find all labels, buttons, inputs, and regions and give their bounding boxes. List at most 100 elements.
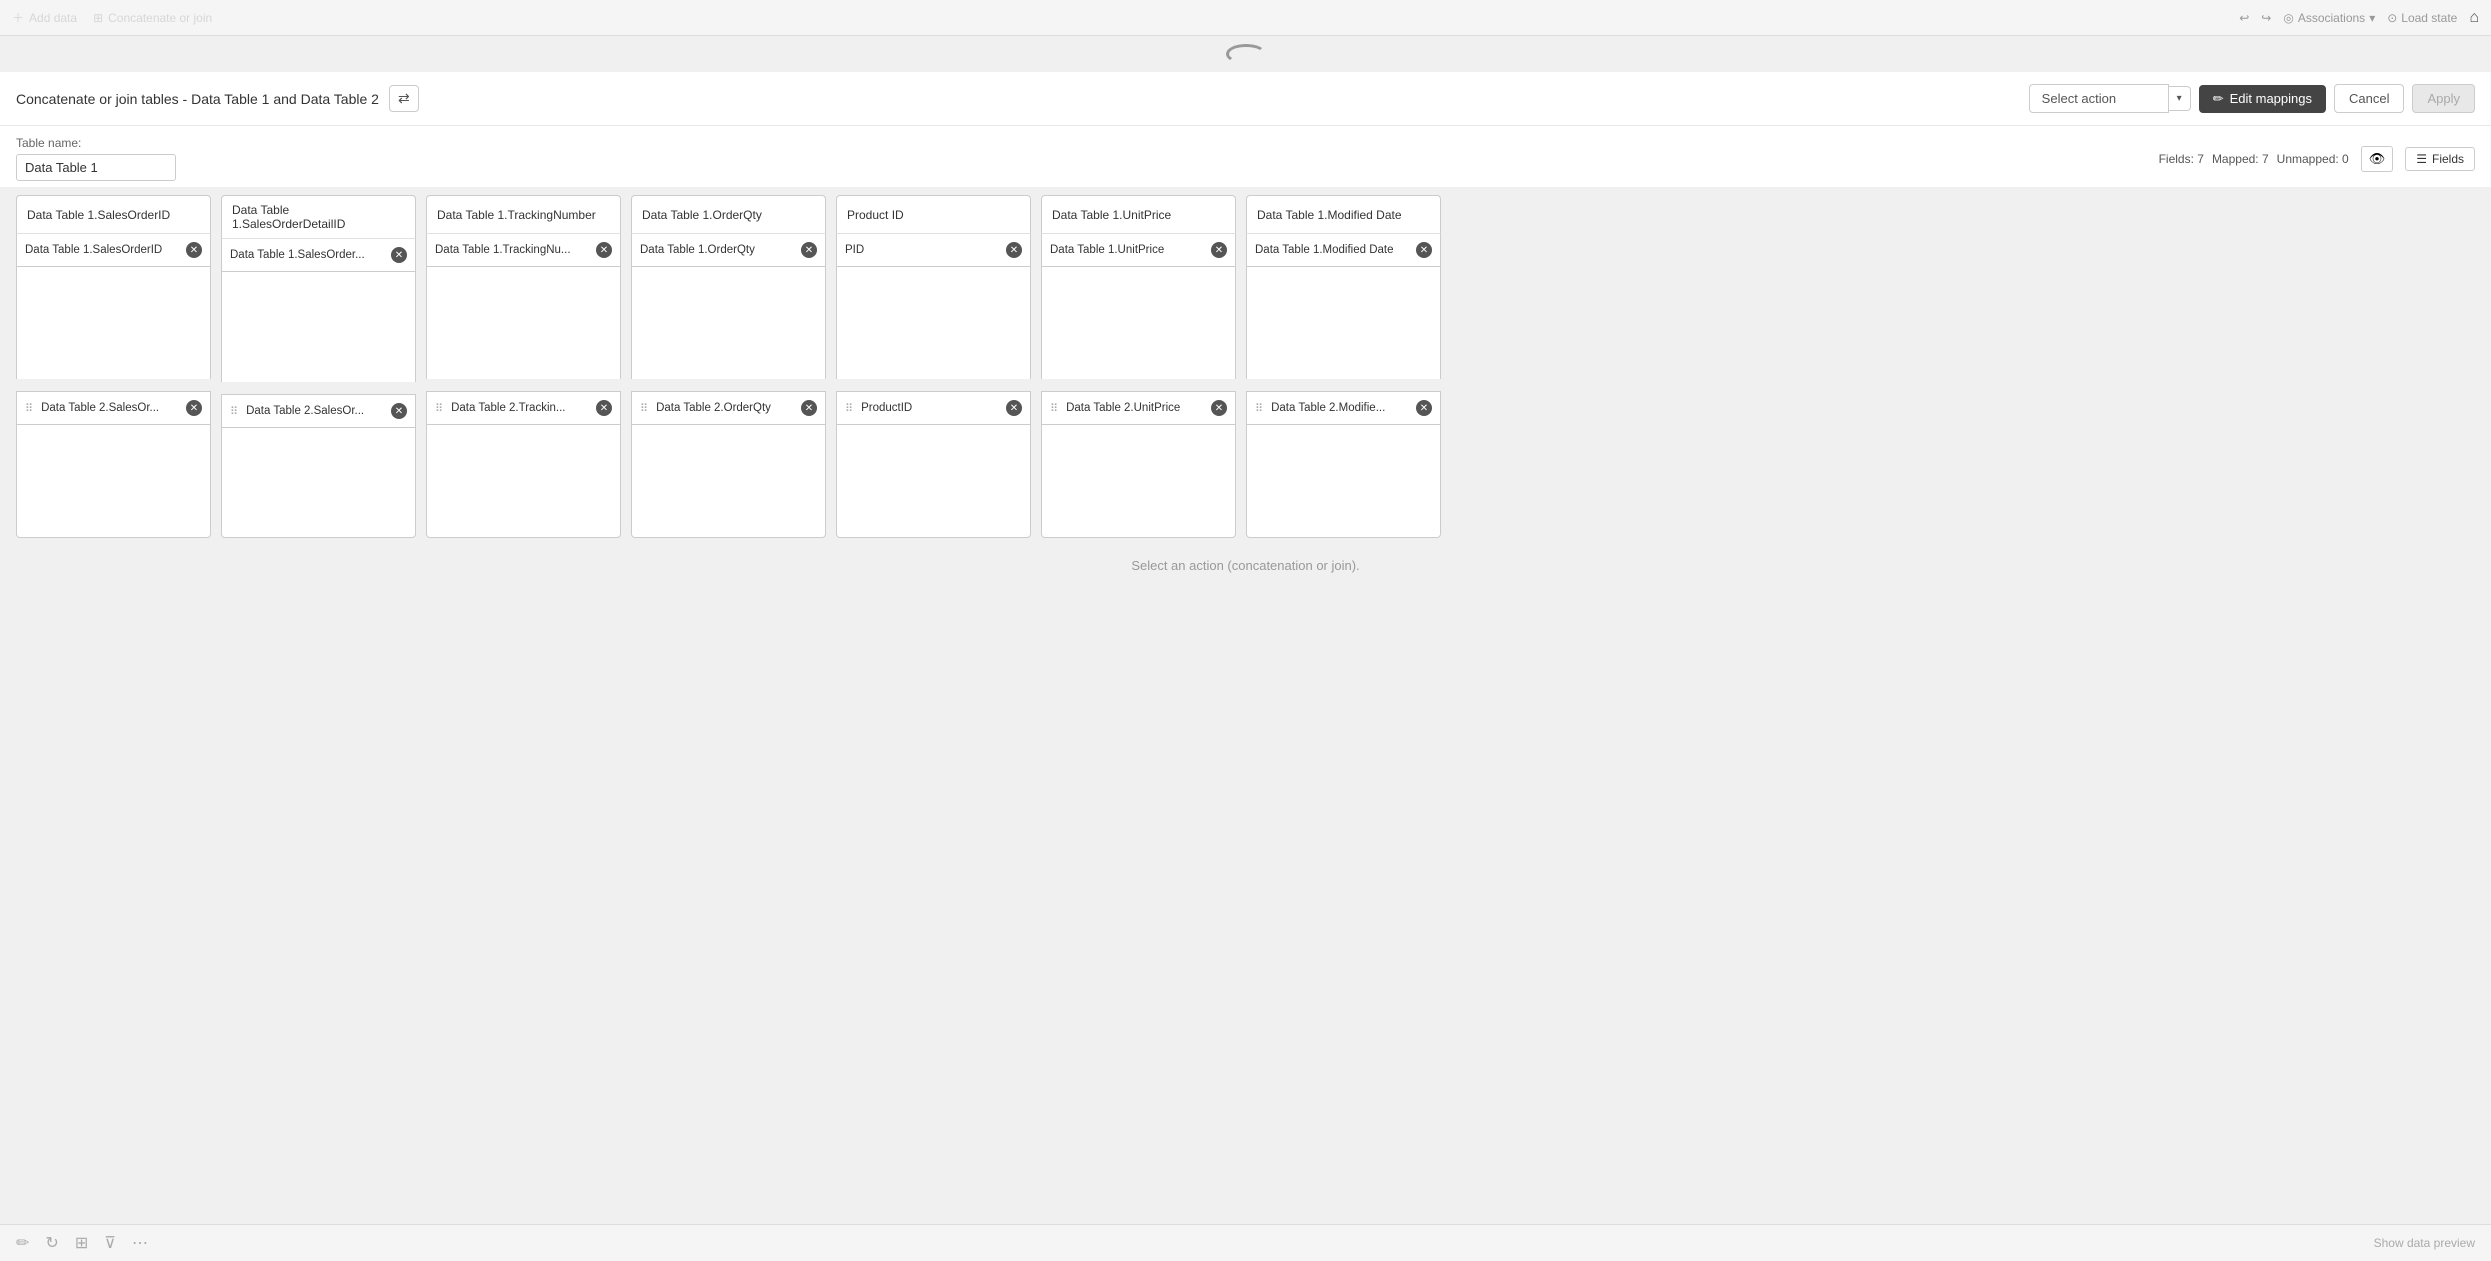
loading-spinner <box>1226 44 1266 64</box>
home-button[interactable]: ⌂ <box>2469 9 2479 27</box>
drag-handle-7[interactable]: ⠿ <box>1255 402 1263 415</box>
col-body2-3 <box>426 425 621 538</box>
column-card-3: Data Table 1.TrackingNumber Data Table 1… <box>426 195 621 538</box>
swap-icon: ⇄ <box>398 90 410 107</box>
column-card-7: Data Table 1.Modified Date Data Table 1.… <box>1246 195 1441 538</box>
remove-source1-6[interactable]: ✕ <box>1211 242 1227 258</box>
col-body1-2 <box>221 272 416 382</box>
col-source1-3[interactable]: Data Table 1.TrackingNu... ✕ <box>426 233 621 267</box>
col-body2-4 <box>631 425 826 538</box>
col-body1-5 <box>836 267 1031 379</box>
col-source2-7[interactable]: ⠿ Data Table 2.Modifie... ✕ <box>1246 391 1441 425</box>
col-source2-6[interactable]: ⠿ Data Table 2.UnitPrice ✕ <box>1041 391 1236 425</box>
col-header-3: Data Table 1.TrackingNumber <box>426 195 621 233</box>
swap-button[interactable]: ⇄ <box>389 85 419 112</box>
eye-icon: 👁 <box>2369 151 2386 166</box>
header-row: Concatenate or join tables - Data Table … <box>0 72 2491 126</box>
table-name-right: Fields: 7 Mapped: 7 Unmapped: 0 👁 ☰ Fiel… <box>2159 146 2475 172</box>
col-source1-7[interactable]: Data Table 1.Modified Date ✕ <box>1246 233 1441 267</box>
bottom-toolbar-right: Show data preview <box>2374 1236 2475 1250</box>
page-title: Concatenate or join tables - Data Table … <box>16 91 379 107</box>
remove-source2-2[interactable]: ✕ <box>391 403 407 419</box>
col-body2-2 <box>221 428 416 538</box>
redo-button[interactable]: ↪ <box>2261 11 2271 25</box>
drag-handle-3[interactable]: ⠿ <box>435 402 443 415</box>
add-data-nav[interactable]: ＋ Add data <box>12 9 77 26</box>
col-source1-5[interactable]: PID ✕ <box>836 233 1031 267</box>
table-name-left: Table name: <box>16 136 176 181</box>
remove-source1-7[interactable]: ✕ <box>1416 242 1432 258</box>
toolbar-more-icon[interactable]: ⋯ <box>132 1233 148 1253</box>
col-body2-7 <box>1246 425 1441 538</box>
drag-handle-4[interactable]: ⠿ <box>640 402 648 415</box>
remove-source1-1[interactable]: ✕ <box>186 242 202 258</box>
col-source1-1[interactable]: Data Table 1.SalesOrderID ✕ <box>16 233 211 267</box>
top-nav-left: ＋ Add data ⊞ Concatenate or join <box>12 9 212 26</box>
undo-icon: ↩ <box>2239 11 2249 25</box>
load-state-button[interactable]: ⊙ Load state <box>2387 11 2457 25</box>
status-message: Select an action (concatenation or join)… <box>16 538 2475 593</box>
col-source2-5[interactable]: ⠿ ProductID ✕ <box>836 391 1031 425</box>
drag-handle-6[interactable]: ⠿ <box>1050 402 1058 415</box>
col-body2-1 <box>16 425 211 538</box>
col-source1-4[interactable]: Data Table 1.OrderQty ✕ <box>631 233 826 267</box>
col-source2-4[interactable]: ⠿ Data Table 2.OrderQty ✕ <box>631 391 826 425</box>
column-card-2: Data Table 1.SalesOrderDetailID Data Tab… <box>221 195 416 538</box>
toolbar-filter-icon[interactable]: ⊽ <box>104 1233 116 1253</box>
bottom-toolbar-left: ✏ ↻ ⊞ ⊽ ⋯ <box>16 1233 148 1253</box>
drag-handle-1[interactable]: ⠿ <box>25 402 33 415</box>
plus-icon: ＋ <box>12 9 24 26</box>
col-header-1: Data Table 1.SalesOrderID <box>16 195 211 233</box>
cancel-button[interactable]: Cancel <box>2334 84 2404 113</box>
remove-source1-3[interactable]: ✕ <box>596 242 612 258</box>
remove-source2-6[interactable]: ✕ <box>1211 400 1227 416</box>
eye-button[interactable]: 👁 <box>2361 146 2394 172</box>
col-body1-4 <box>631 267 826 379</box>
edit-mappings-button[interactable]: ✏ Edit mappings <box>2199 85 2326 113</box>
toolbar-refresh-icon[interactable]: ↻ <box>45 1233 58 1253</box>
concat-join-nav[interactable]: ⊞ Concatenate or join <box>93 11 212 25</box>
associations-chevron: ▾ <box>2369 11 2375 25</box>
top-nav-right: ↩ ↪ ◎ Associations ▾ ⊙ Load state ⌂ <box>2239 9 2479 27</box>
table-name-input[interactable] <box>16 154 176 181</box>
spinner-area <box>0 36 2491 72</box>
col-source2-3[interactable]: ⠿ Data Table 2.Trackin... ✕ <box>426 391 621 425</box>
columns-container: Data Table 1.SalesOrderID Data Table 1.S… <box>16 195 2475 538</box>
col-source1-6[interactable]: Data Table 1.UnitPrice ✕ <box>1041 233 1236 267</box>
remove-source2-1[interactable]: ✕ <box>186 400 202 416</box>
remove-source1-2[interactable]: ✕ <box>391 247 407 263</box>
remove-source1-4[interactable]: ✕ <box>801 242 817 258</box>
col-body2-6 <box>1041 425 1236 538</box>
header-right: Select action ▾ ✏ Edit mappings Cancel A… <box>2029 84 2475 113</box>
apply-button[interactable]: Apply <box>2412 84 2475 113</box>
associations-button[interactable]: ◎ Associations ▾ <box>2283 11 2375 25</box>
columns-scroll-area: Data Table 1.SalesOrderID Data Table 1.S… <box>0 187 2491 1224</box>
col-source2-1[interactable]: ⠿ Data Table 2.SalesOr... ✕ <box>16 391 211 425</box>
load-state-icon: ⊙ <box>2387 11 2397 25</box>
remove-source2-3[interactable]: ✕ <box>596 400 612 416</box>
main-container: Concatenate or join tables - Data Table … <box>0 72 2491 1261</box>
drag-handle-5[interactable]: ⠿ <box>845 402 853 415</box>
home-icon: ⌂ <box>2469 9 2479 26</box>
toolbar-copy-icon[interactable]: ⊞ <box>75 1233 88 1253</box>
drag-handle-2[interactable]: ⠿ <box>230 405 238 418</box>
col-source2-2[interactable]: ⠿ Data Table 2.SalesOr... ✕ <box>221 394 416 428</box>
col-body1-3 <box>426 267 621 379</box>
remove-source2-7[interactable]: ✕ <box>1416 400 1432 416</box>
fields-button[interactable]: ☰ Fields <box>2405 147 2475 171</box>
column-card-4: Data Table 1.OrderQty Data Table 1.Order… <box>631 195 826 538</box>
col-body2-5 <box>836 425 1031 538</box>
column-card-5: Product ID PID ✕ ⠿ ProductID ✕ <box>836 195 1031 538</box>
column-card-1: Data Table 1.SalesOrderID Data Table 1.S… <box>16 195 211 538</box>
col-source1-2[interactable]: Data Table 1.SalesOrder... ✕ <box>221 238 416 272</box>
table-name-row: Table name: Fields: 7 Mapped: 7 Unmapped… <box>0 126 2491 187</box>
associations-icon: ◎ <box>2283 11 2293 25</box>
select-action-button[interactable]: Select action <box>2029 84 2169 113</box>
col-header-7: Data Table 1.Modified Date <box>1246 195 1441 233</box>
remove-source2-4[interactable]: ✕ <box>801 400 817 416</box>
remove-source1-5[interactable]: ✕ <box>1006 242 1022 258</box>
undo-button[interactable]: ↩ <box>2239 11 2249 25</box>
select-action-dropdown[interactable]: ▾ <box>2169 86 2191 111</box>
toolbar-edit-icon[interactable]: ✏ <box>16 1233 29 1253</box>
remove-source2-5[interactable]: ✕ <box>1006 400 1022 416</box>
